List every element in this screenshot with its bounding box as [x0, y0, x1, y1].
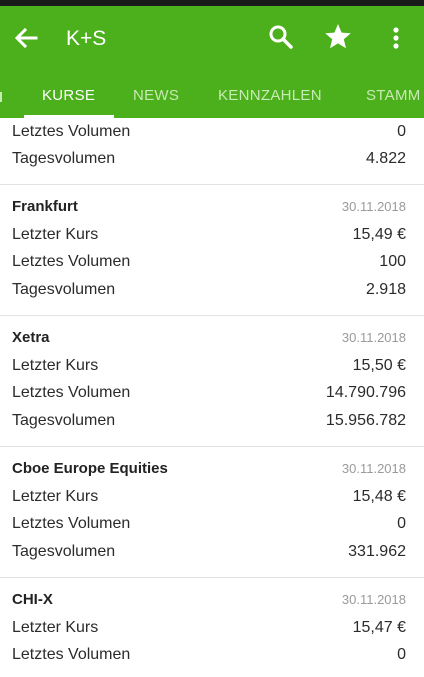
tab-bar: KURSE NEWS KENNZAHLEN STAMM [0, 70, 424, 118]
exchange-name: Xetra [12, 329, 50, 346]
more-options-button[interactable] [384, 22, 408, 54]
exchange-header: CHI-X 30.11.2018 [12, 586, 406, 614]
data-row: Letzter Kurs 15,49 € [12, 221, 406, 249]
data-row: Letzter Kurs 15,50 € [12, 352, 406, 380]
row-label: Letzter Kurs [12, 488, 99, 505]
data-row: Letzter Kurs 15,48 € [12, 483, 406, 511]
data-row: Letztes Volumen 0 [12, 118, 406, 146]
exchange-date: 30.11.2018 [341, 592, 406, 607]
exchange-header: Cboe Europe Equities 30.11.2018 [12, 455, 406, 483]
row-label: Tagesvolumen [12, 412, 116, 429]
tab-overflow-edge [0, 92, 2, 102]
tab-news[interactable]: NEWS [133, 87, 179, 104]
data-row: Letztes Volumen 14.790.796 [12, 379, 406, 407]
exchange-name: Cboe Europe Equities [12, 460, 168, 477]
row-value: 0 [397, 515, 406, 532]
data-row: Letztes Volumen 0 [12, 641, 406, 669]
row-value: 15,48 € [352, 488, 406, 505]
tab-stammdaten[interactable]: STAMM [366, 87, 421, 104]
data-row: Tagesvolumen 15.956.782 [12, 407, 406, 435]
divider [0, 446, 424, 447]
row-value: 0 [397, 123, 406, 140]
row-label: Letztes Volumen [12, 123, 131, 140]
row-value: 0 [397, 646, 406, 663]
row-value: 100 [379, 253, 406, 270]
row-label: Letzter Kurs [12, 357, 99, 374]
row-label: Tagesvolumen [12, 281, 116, 298]
row-label: Letztes Volumen [12, 515, 131, 532]
exchange-header: Xetra 30.11.2018 [12, 324, 406, 352]
app-bar: K+S KURSE NEWS KENNZAHLEN STAMM [0, 6, 424, 118]
row-value: 2.918 [365, 281, 406, 298]
favorite-button[interactable] [322, 21, 354, 53]
exchange-list[interactable]: Letztes Volumen 0 Tagesvolumen 4.822 Fra… [0, 118, 424, 677]
row-value: 14.790.796 [325, 384, 406, 401]
page-title: K+S [66, 27, 107, 50]
back-button[interactable] [10, 22, 42, 54]
exchange-date: 30.11.2018 [341, 330, 406, 345]
row-label: Letzter Kurs [12, 226, 99, 243]
row-label: Tagesvolumen [12, 543, 116, 560]
exchange-date: 30.11.2018 [341, 199, 406, 214]
exchange-name: CHI-X [12, 591, 53, 608]
search-icon [269, 25, 293, 49]
data-row: Letztes Volumen 100 [12, 248, 406, 276]
tab-kurse[interactable]: KURSE [42, 87, 95, 104]
divider [0, 184, 424, 185]
star-icon [325, 24, 351, 49]
row-value: 331.962 [348, 543, 406, 560]
data-row: Letzter Kurs 15,47 € [12, 614, 406, 642]
row-label: Letzter Kurs [12, 619, 99, 636]
row-label: Letztes Volumen [12, 384, 131, 401]
row-value: 15.956.782 [325, 412, 406, 429]
data-row: Tagesvolumen 331.962 [12, 538, 406, 566]
exchange-header: Frankfurt 30.11.2018 [12, 193, 406, 221]
row-label: Tagesvolumen [12, 150, 116, 167]
tab-kennzahlen[interactable]: KENNZAHLEN [218, 87, 322, 104]
divider [0, 577, 424, 578]
row-value: 4.822 [365, 150, 406, 167]
toolbar: K+S [0, 6, 424, 70]
row-value: 15,49 € [352, 226, 406, 243]
row-value: 15,47 € [352, 619, 406, 636]
data-row: Tagesvolumen 4.822 [12, 145, 406, 173]
divider [0, 315, 424, 316]
arrow-left-icon [14, 27, 38, 49]
more-vertical-icon [393, 27, 399, 49]
search-button[interactable] [266, 22, 296, 52]
row-value: 15,50 € [352, 357, 406, 374]
data-row: Letztes Volumen 0 [12, 510, 406, 538]
row-label: Letztes Volumen [12, 253, 131, 270]
row-label: Letztes Volumen [12, 646, 131, 663]
exchange-date: 30.11.2018 [341, 461, 406, 476]
exchange-name: Frankfurt [12, 198, 78, 215]
data-row: Tagesvolumen 2.918 [12, 276, 406, 304]
